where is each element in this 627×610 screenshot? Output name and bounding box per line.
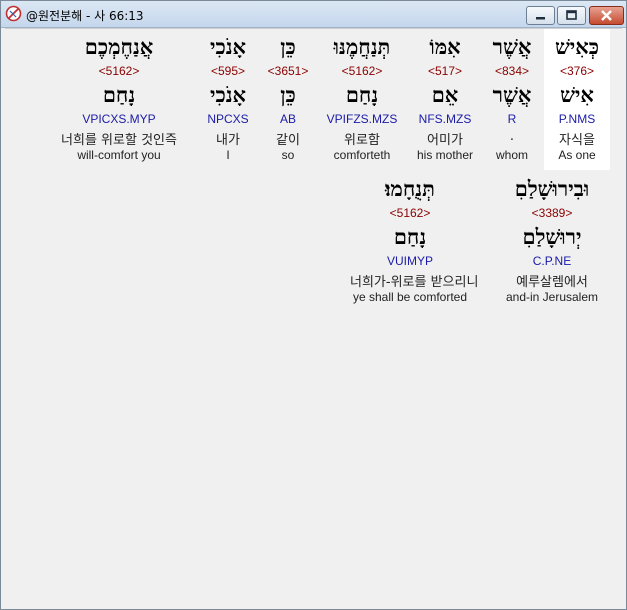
close-icon	[601, 10, 612, 21]
minimize-icon	[536, 17, 545, 20]
interlinear-panel[interactable]: כְּאִישׁ <376> אִישׁ P.NMS 자식을 As one אֲ…	[5, 28, 622, 605]
english-gloss: and-in Jerusalem	[505, 290, 599, 304]
korean-gloss: 너희를 위로할 것인즉	[61, 133, 177, 148]
parsing-code: VUIMYP	[386, 254, 433, 268]
parsing-code: NPCXS	[207, 112, 249, 126]
hebrew-lemma: נָחַם	[102, 82, 136, 107]
korean-gloss: 내가	[216, 133, 240, 148]
minimize-button[interactable]	[526, 6, 555, 25]
hebrew-lemma: אָנֹכִי	[209, 82, 247, 107]
window-title: @원전분해 - 사 66:13	[26, 9, 144, 23]
maximize-icon	[566, 10, 577, 20]
hebrew-lemma: יְרוּשָׁלַםִ	[522, 224, 582, 249]
parsing-code: C.P.NE	[532, 254, 572, 268]
strong-number[interactable]: <5162>	[59, 64, 179, 78]
english-gloss: I	[226, 148, 230, 162]
korean-gloss: 예루살렘에서	[516, 275, 588, 290]
parsing-code: VPICXS.MYP	[82, 112, 156, 126]
title-bar[interactable]: @원전분해 - 사 66:13	[1, 1, 626, 28]
english-gloss: will-comfort you	[77, 148, 161, 162]
close-button[interactable]	[589, 6, 624, 25]
korean-gloss: 너희가-위로를 받으리니	[350, 275, 479, 290]
hebrew-word: אָנֹכִי	[209, 34, 247, 59]
hebrew-word: אֲנַחֶמְכֶם	[84, 34, 154, 59]
hebrew-word: תְּנֻחָמוּ׃	[385, 176, 435, 201]
main-window: @원전분해 - 사 66:13 כְּאִישׁ <376> אִישׁ P.N…	[0, 0, 627, 610]
app-compass-icon[interactable]	[5, 5, 22, 22]
hebrew-lemma: נָחַם	[393, 224, 427, 249]
strong-number[interactable]: <5162>	[350, 206, 470, 220]
strong-number[interactable]: <595>	[168, 64, 288, 78]
english-gloss: ye shall be comforted	[352, 290, 468, 304]
hebrew-word: וּבִירוּשָׁלַםִ	[514, 176, 590, 201]
maximize-button[interactable]	[557, 6, 586, 25]
strong-number[interactable]: <3389>	[492, 206, 612, 220]
